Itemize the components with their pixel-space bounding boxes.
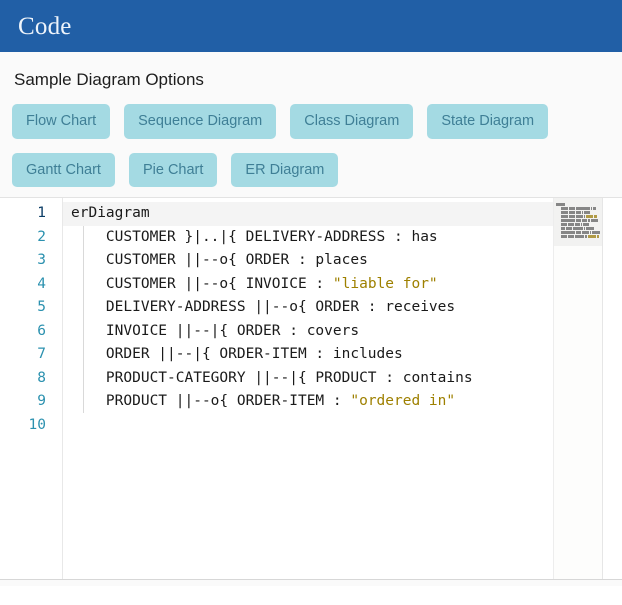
code-line-text: PRODUCT-CATEGORY ||--|{ PRODUCT : contai…: [71, 369, 473, 386]
line-number-2: 2: [37, 228, 46, 245]
code-line-9[interactable]: PRODUCT ||--o{ ORDER-ITEM : "ordered in": [63, 390, 622, 414]
line-number-10: 10: [28, 416, 46, 433]
code-line-5[interactable]: DELIVERY-ADDRESS ||--o{ ORDER : receives: [63, 296, 622, 320]
line-number-1: 1: [37, 205, 46, 222]
line-number-3: 3: [37, 252, 46, 269]
sample-diagram-button-gantt-chart[interactable]: Gantt Chart: [12, 152, 115, 188]
code-line-text: INVOICE ||--|{ ORDER : covers: [71, 322, 360, 339]
sample-buttons-row-2: Gantt Chart Pie Chart ER Diagram: [12, 152, 610, 188]
editor-minimap[interactable]: [553, 198, 602, 580]
sample-diagram-button-flow-chart[interactable]: Flow Chart: [12, 104, 111, 139]
sample-diagram-button-class-diagram[interactable]: Class Diagram: [290, 104, 414, 139]
sample-diagram-button-pie-chart[interactable]: Pie Chart: [128, 152, 218, 188]
line-number-9: 9: [37, 393, 46, 410]
sample-diagram-button-er-diagram[interactable]: ER Diagram: [231, 152, 339, 188]
app-header: Code: [0, 0, 622, 52]
code-line-1[interactable]: erDiagram: [63, 202, 622, 226]
line-number-6: 6: [37, 322, 46, 339]
line-number-5: 5: [37, 299, 46, 316]
page-title: Code: [18, 12, 72, 40]
sample-diagram-options-panel: Sample Diagram Options Flow Chart Sequenc…: [0, 52, 622, 199]
code-line-text: CUSTOMER ||--o{ ORDER : places: [71, 252, 368, 269]
line-number-gutter: 1 2 3 4 5 6 7 8 9 10: [0, 198, 62, 580]
sample-diagram-button-state-diagram[interactable]: State Diagram: [427, 104, 549, 139]
code-line-4[interactable]: CUSTOMER ||--o{ INVOICE : "liable for": [63, 273, 622, 297]
code-line-text: erDiagram: [71, 205, 150, 222]
code-editor-page: Code Sample Diagram Options Flow Chart Se…: [0, 0, 622, 605]
code-line-8[interactable]: PRODUCT-CATEGORY ||--|{ PRODUCT : contai…: [63, 367, 622, 391]
code-line-7[interactable]: ORDER ||--|{ ORDER-ITEM : includes: [63, 343, 622, 367]
line-number-4: 4: [37, 275, 46, 292]
code-line-text: ORDER ||--|{ ORDER-ITEM : includes: [71, 346, 403, 363]
sample-diagram-button-sequence-diagram[interactable]: Sequence Diagram: [124, 104, 277, 139]
code-line-2[interactable]: CUSTOMER }|..|{ DELIVERY-ADDRESS : has: [63, 226, 622, 250]
footer-strip: [0, 580, 622, 587]
code-line-text: CUSTOMER ||--o{ INVOICE :: [71, 275, 333, 292]
code-content-area[interactable]: erDiagram CUSTOMER }|..|{ DELIVERY-ADDRE…: [62, 198, 622, 580]
code-line-3[interactable]: CUSTOMER ||--o{ ORDER : places: [63, 249, 622, 273]
code-line-10[interactable]: [63, 414, 622, 438]
code-line-text: DELIVERY-ADDRESS ||--o{ ORDER : receives: [71, 299, 456, 316]
sample-buttons-row-1: Flow Chart Sequence Diagram Class Diagram S…: [12, 104, 610, 139]
code-line-text: CUSTOMER }|..|{ DELIVERY-ADDRESS : has: [71, 228, 438, 245]
code-string-literal: "liable for": [332, 275, 438, 292]
line-number-8: 8: [37, 369, 46, 386]
line-number-7: 7: [37, 346, 46, 363]
code-editor[interactable]: 1 2 3 4 5 6 7 8 9 10 erDiagram CUSTOMER }|..|{ DE…: [0, 198, 622, 581]
code-line-text: PRODUCT ||--o{ ORDER-ITEM :: [71, 393, 351, 410]
minimap-slider[interactable]: [554, 198, 602, 247]
editor-vertical-scrollbar[interactable]: [602, 198, 622, 580]
code-line-6[interactable]: INVOICE ||--|{ ORDER : covers: [63, 320, 622, 344]
code-string-literal: "ordered in": [350, 393, 456, 410]
options-section-title: Sample Diagram Options: [14, 70, 204, 89]
